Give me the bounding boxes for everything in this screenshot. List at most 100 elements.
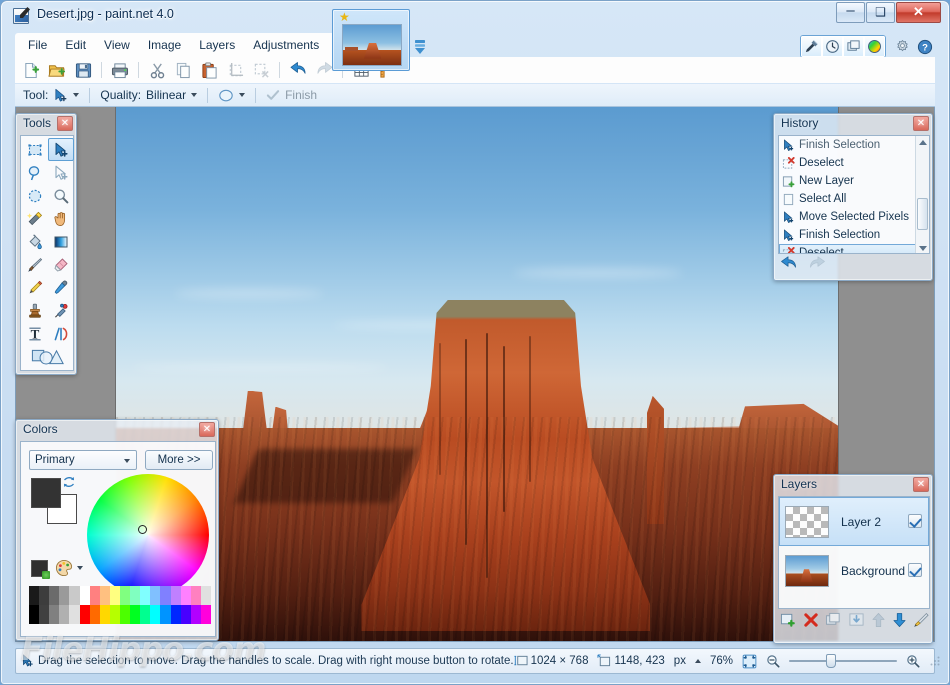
palette-swatch[interactable] [150, 586, 160, 605]
palette-swatch[interactable] [171, 605, 181, 624]
cut-icon[interactable] [145, 59, 169, 81]
palette-swatch[interactable] [59, 605, 69, 624]
history-item-selected[interactable]: Deselect [779, 244, 929, 254]
palette-swatch[interactable] [130, 586, 140, 605]
move-selected-pixels-tool[interactable] [48, 138, 74, 161]
colors-panel-close-icon[interactable]: ✕ [199, 422, 215, 437]
add-color-to-palette-icon[interactable] [31, 560, 48, 577]
move-layer-up-button[interactable] [871, 612, 886, 628]
palette-swatch[interactable] [160, 586, 170, 605]
tools-panel-close-icon[interactable]: ✕ [57, 116, 73, 131]
resize-grip[interactable] [929, 655, 941, 667]
quality-value[interactable]: Bilinear [146, 88, 186, 102]
palette-swatch[interactable] [110, 605, 120, 624]
menu-item-adjustments[interactable]: Adjustments [244, 34, 328, 56]
history-item[interactable]: Select All [779, 190, 929, 208]
palette-swatch[interactable] [201, 605, 211, 624]
line-curve-tool[interactable] [48, 322, 74, 345]
merge-layer-down-button[interactable] [848, 612, 865, 628]
palette-swatch[interactable] [181, 586, 191, 605]
palette-swatch[interactable] [150, 605, 160, 624]
history-undo-icon[interactable] [779, 256, 799, 271]
layers-panel[interactable]: Layers ✕ Layer 2 Background [773, 474, 933, 644]
move-selection-tool[interactable] [48, 161, 74, 184]
palette-swatch[interactable] [80, 605, 90, 624]
pencil-tool[interactable] [22, 276, 48, 299]
scrollbar-thumb[interactable] [917, 198, 928, 230]
minimize-button[interactable]: – [836, 2, 865, 23]
paint-bucket-tool[interactable] [22, 230, 48, 253]
magic-wand-tool[interactable] [22, 207, 48, 230]
menu-item-layers[interactable]: Layers [190, 34, 244, 56]
swap-colors-icon[interactable] [63, 476, 75, 488]
recolor-tool[interactable] [48, 299, 74, 322]
duplicate-layer-button[interactable] [825, 612, 842, 628]
palette-swatch[interactable] [49, 586, 59, 605]
rectangle-select-tool[interactable] [22, 138, 48, 161]
layer-visibility-checkbox[interactable] [908, 563, 922, 577]
palette-swatch[interactable] [100, 586, 110, 605]
palette-swatch[interactable] [120, 586, 130, 605]
tools-toggle-icon[interactable] [801, 36, 822, 57]
palette-swatch[interactable] [100, 605, 110, 624]
fit-to-window-button[interactable] [742, 654, 757, 669]
help-icon[interactable]: ? [914, 36, 935, 57]
history-panel-close-icon[interactable]: ✕ [913, 116, 929, 131]
undo-icon[interactable] [286, 59, 310, 81]
history-item[interactable]: New Layer [779, 172, 929, 190]
zoom-out-button[interactable] [766, 654, 780, 668]
layers-list[interactable]: Layer 2 Background [778, 496, 930, 609]
colors-panel[interactable]: Colors ✕ Primary More >> [15, 419, 219, 641]
palette-swatch[interactable] [171, 586, 181, 605]
colors-toggle-icon[interactable] [864, 36, 885, 57]
palette-dropdown-icon[interactable] [77, 566, 83, 570]
close-button[interactable]: ✕ [896, 2, 941, 23]
palette-swatch[interactable] [49, 605, 59, 624]
palette-swatch[interactable] [59, 586, 69, 605]
units-label[interactable]: px [674, 655, 686, 667]
color-palette[interactable] [29, 586, 211, 624]
image-tab-dropdown-icon[interactable] [413, 39, 427, 55]
menu-item-edit[interactable]: Edit [56, 34, 95, 56]
palette-swatch[interactable] [201, 586, 211, 605]
layer-visibility-checkbox[interactable] [908, 514, 922, 528]
paste-icon[interactable] [197, 59, 221, 81]
menu-item-file[interactable]: File [19, 34, 56, 56]
layer-row-background[interactable]: Background [779, 546, 929, 595]
palette-swatch[interactable] [191, 586, 201, 605]
gradient-tool[interactable] [48, 230, 74, 253]
new-icon[interactable] [19, 59, 43, 81]
palette-swatch[interactable] [120, 605, 130, 624]
history-list[interactable]: Finish Selection Deselect New Layer Sele… [778, 135, 930, 254]
history-toggle-icon[interactable] [822, 36, 843, 57]
more-button[interactable]: More >> [145, 450, 213, 470]
palette-swatch[interactable] [90, 605, 100, 624]
add-new-layer-button[interactable] [780, 612, 797, 628]
palette-swatch[interactable] [130, 605, 140, 624]
copy-icon[interactable] [171, 59, 195, 81]
palette-swatch[interactable] [140, 586, 150, 605]
color-picker-tool[interactable] [48, 276, 74, 299]
tools-panel[interactable]: Tools ✕ [15, 113, 77, 375]
crop-to-selection-icon[interactable] [223, 59, 247, 81]
paintbrush-tool[interactable] [22, 253, 48, 276]
shape-dropdown-icon[interactable] [239, 93, 245, 97]
zoom-in-button[interactable] [906, 654, 920, 668]
shapes-tool[interactable] [22, 345, 74, 368]
history-item[interactable]: Move Selected Pixels [779, 208, 929, 226]
zoom-tool[interactable] [48, 184, 74, 207]
pan-tool[interactable] [48, 207, 74, 230]
history-scrollbar[interactable] [915, 136, 929, 254]
quality-dropdown-icon[interactable] [191, 93, 197, 97]
eraser-tool[interactable] [48, 253, 74, 276]
history-item[interactable]: Finish Selection [779, 136, 929, 154]
palette-swatch[interactable] [69, 605, 79, 624]
palette-swatch[interactable] [39, 586, 49, 605]
clone-stamp-tool[interactable] [22, 299, 48, 322]
save-icon[interactable] [71, 59, 95, 81]
menu-item-image[interactable]: Image [139, 34, 190, 56]
palette-swatch[interactable] [90, 586, 100, 605]
zoom-slider[interactable] [789, 654, 897, 668]
image-tab-desert[interactable]: ★ [332, 9, 410, 71]
primary-color-swatch[interactable] [31, 478, 61, 508]
